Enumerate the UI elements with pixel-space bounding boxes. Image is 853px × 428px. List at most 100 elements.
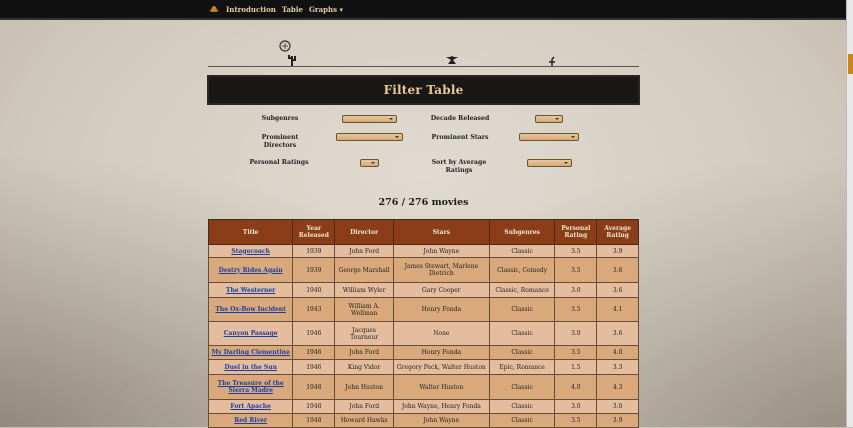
table-row: The Westerner 1940 William Wyler Gary Co… <box>207 282 639 298</box>
table-row: Duel in the Sun 1946 King Vidor Gregory … <box>207 359 639 375</box>
movie-title-link[interactable]: Stagecoach <box>231 248 270 255</box>
average-rating-cell: 3.0 <box>596 399 639 414</box>
stars-select[interactable] <box>519 133 579 141</box>
table-row: The Treasure of the Sierra Madre 1948 Jo… <box>207 374 639 400</box>
subgenres-cell: Classic <box>488 345 556 360</box>
stars-cell: Henry Fonda <box>392 297 490 322</box>
subgenres-cell: Classic <box>488 244 556 258</box>
personal-rating-cell: 1.5 <box>554 359 598 375</box>
western-skyline-decoration <box>208 38 639 68</box>
stars-cell: John Wayne <box>392 244 490 258</box>
column-header[interactable]: Title <box>207 219 294 245</box>
filter-table-header: Filter Table <box>209 77 638 103</box>
personal-rating-cell: 3.5 <box>554 257 598 283</box>
stars-cell: Walter Huston <box>392 374 490 400</box>
stars-label: Prominent Stars <box>431 134 489 141</box>
movie-title-link[interactable]: Fort Apache <box>230 403 271 410</box>
title-cell: Duel in the Sun <box>207 359 294 375</box>
nav-graphs-dropdown[interactable]: Graphs ▾ <box>309 5 343 14</box>
title-cell: The Westerner <box>207 282 294 298</box>
year-cell: 1940 <box>292 282 336 298</box>
skyline-silhouette-icon <box>279 40 555 66</box>
director-cell: John Ford <box>334 244 394 258</box>
director-cell: William A. Wellman <box>334 297 394 322</box>
scrollbar-thumb[interactable] <box>848 54 853 74</box>
stars-cell: John Wayne <box>392 413 490 428</box>
table-row: Destry Rides Again 1939 George Marshall … <box>207 257 639 283</box>
average-rating-cell: 3.6 <box>596 321 639 346</box>
table-row: Fort Apache 1948 John Ford John Wayne, H… <box>207 399 639 414</box>
year-cell: 1948 <box>292 413 336 428</box>
personal-rating-cell: 4.0 <box>554 374 598 400</box>
director-cell: John Huston <box>334 374 394 400</box>
directors-select[interactable] <box>336 133 403 141</box>
average-rating-cell: 3.6 <box>596 282 639 298</box>
movie-title-link[interactable]: The Westerner <box>226 287 275 294</box>
personal-rating-cell: 3.5 <box>554 345 598 360</box>
column-header[interactable]: Year Released <box>292 219 336 245</box>
directors-label: Prominent Directors <box>261 134 299 149</box>
column-header[interactable]: Stars <box>392 219 490 245</box>
skyline-ground-line <box>208 66 639 67</box>
title-cell: Canyon Passage <box>207 321 294 346</box>
title-cell: The Ox-Bow Incident <box>207 297 294 322</box>
movie-title-link[interactable]: Canyon Passage <box>224 330 278 337</box>
stars-cell: James Stewart, Marlene Dietrich <box>392 257 490 283</box>
table-row: The Ox-Bow Incident 1943 William A. Well… <box>207 297 639 322</box>
subgenres-cell: Classic, Romance <box>488 282 556 298</box>
movie-title-link[interactable]: The Ox-Bow Incident <box>215 306 286 313</box>
decade-select[interactable] <box>535 115 563 123</box>
director-cell: King Vidor <box>334 359 394 375</box>
page-title: Filter Table <box>383 83 464 97</box>
personal-ratings-select[interactable] <box>360 159 379 167</box>
average-rating-cell: 3.3 <box>596 359 639 375</box>
column-header[interactable]: Subgenres <box>488 219 556 245</box>
column-header[interactable]: Average Rating <box>596 219 639 245</box>
table-row: Canyon Passage 1946 Jacques Tourneur Non… <box>207 321 639 346</box>
year-cell: 1939 <box>292 257 336 283</box>
page-scrollbar[interactable] <box>846 0 853 427</box>
director-cell: John Ford <box>334 345 394 360</box>
decade-label: Decade Released <box>430 115 490 122</box>
movie-title-link[interactable]: The Treasure of the Sierra Madre <box>218 380 284 394</box>
movie-title-link[interactable]: My Darling Clementine <box>212 349 290 356</box>
movies-table: Title Year Released Director Stars Subge… <box>207 219 639 428</box>
nav-table[interactable]: Table <box>282 5 303 14</box>
year-cell: 1939 <box>292 244 336 258</box>
top-navbar: Introduction Table Graphs ▾ <box>0 0 847 20</box>
average-rating-cell: 3.9 <box>596 244 639 258</box>
title-cell: Red River <box>207 413 294 428</box>
year-cell: 1946 <box>292 321 336 346</box>
table-row: My Darling Clementine 1946 John Ford Hen… <box>207 345 639 360</box>
movie-count: 276 / 276 movies <box>378 197 469 208</box>
subgenres-cell: Classic <box>488 374 556 400</box>
column-header[interactable]: Personal Rating <box>554 219 598 245</box>
stars-cell: John Wayne, Henry Fonda <box>392 399 490 414</box>
personal-ratings-label: Personal Ratings <box>249 159 309 166</box>
title-cell: Stagecoach <box>207 244 294 258</box>
director-cell: Howard Hawks <box>334 413 394 428</box>
sort-average-select[interactable] <box>527 159 572 167</box>
year-cell: 1946 <box>292 359 336 375</box>
subgenres-cell: Classic <box>488 297 556 322</box>
director-cell: John Ford <box>334 399 394 414</box>
cowboy-hat-icon[interactable] <box>207 4 220 14</box>
personal-rating-cell: 3.5 <box>554 244 598 258</box>
average-rating-cell: 3.9 <box>596 413 639 428</box>
movie-title-link[interactable]: Destry Rides Again <box>219 267 283 274</box>
movie-title-link[interactable]: Duel in the Sun <box>224 364 277 371</box>
nav-introduction[interactable]: Introduction <box>226 5 276 14</box>
director-cell: Jacques Tourneur <box>334 321 394 346</box>
subgenres-select[interactable] <box>342 115 397 123</box>
subgenres-label: Subgenres <box>261 115 299 122</box>
column-header[interactable]: Director <box>334 219 394 245</box>
average-rating-cell: 4.1 <box>596 297 639 322</box>
subgenres-cell: Classic <box>488 413 556 428</box>
personal-rating-cell: 3.5 <box>554 413 598 428</box>
movie-title-link[interactable]: Red River <box>234 417 267 424</box>
average-rating-cell: 3.6 <box>596 257 639 283</box>
year-cell: 1943 <box>292 297 336 322</box>
subgenres-cell: Classic <box>488 321 556 346</box>
director-cell: William Wyler <box>334 282 394 298</box>
title-cell: Destry Rides Again <box>207 257 294 283</box>
